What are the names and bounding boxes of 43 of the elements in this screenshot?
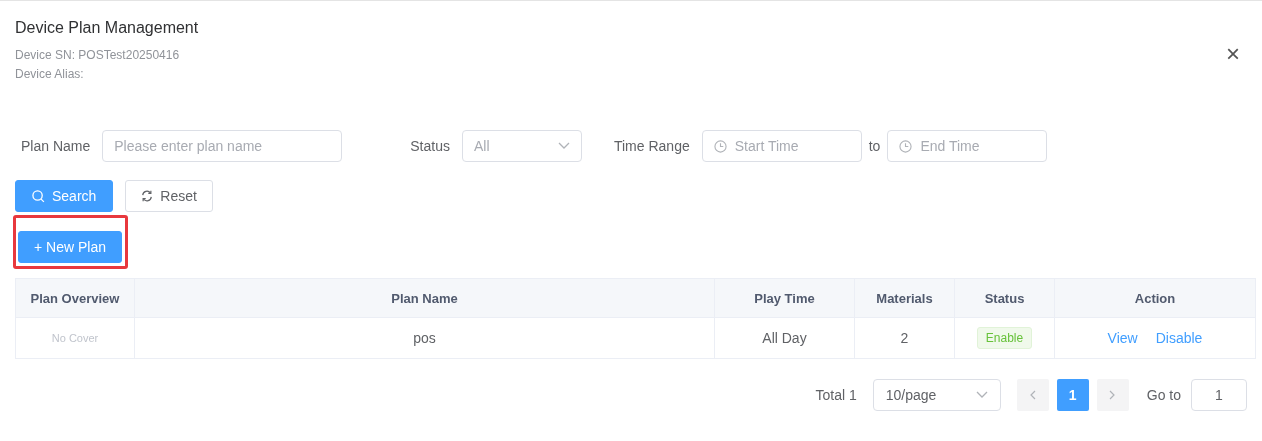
- device-info-text: Device Alias:: [15, 66, 85, 83]
- chevron-right-icon: [1109, 390, 1117, 400]
- table-cell: No Cover: [16, 318, 135, 359]
- chevron-down-icon: [557, 142, 570, 150]
- total-count: Total 1: [815, 387, 857, 403]
- range-separator: to: [868, 138, 881, 154]
- goto-page-field[interactable]: 1: [1191, 379, 1247, 411]
- filter-label: Status: [410, 138, 450, 154]
- page-number-button[interactable]: 1: [1056, 379, 1089, 411]
- column-header: Plan Overview: [16, 279, 135, 318]
- close-button[interactable]: ×: [1226, 39, 1254, 69]
- refresh-icon: [141, 190, 154, 202]
- previous-page-button[interactable]: [1016, 379, 1049, 411]
- chevron-down-icon: [975, 391, 988, 399]
- chevron-left-icon: [1029, 390, 1037, 400]
- page-size-select[interactable]: 10/page: [872, 379, 1001, 411]
- column-header: Plan Name: [135, 279, 715, 318]
- next-page-button[interactable]: [1096, 379, 1129, 411]
- reset-button[interactable]: Reset: [125, 180, 213, 212]
- plan-name-field[interactable]: Please enter plan name: [102, 130, 343, 162]
- search-icon: [32, 189, 45, 203]
- column-header: Materials: [855, 279, 955, 318]
- filter-label: Time Range: [613, 138, 690, 154]
- status-select[interactable]: All: [461, 130, 582, 162]
- filter-label: Plan Name: [21, 138, 91, 154]
- clock-icon: [899, 139, 913, 153]
- column-header: Play Time: [715, 279, 855, 318]
- device-info-text: Device SN: POSTest20250416: [15, 47, 181, 64]
- new-plan-button[interactable]: + New Plan: [18, 231, 122, 263]
- clock-icon: [713, 139, 727, 153]
- dialog-title: Device Plan Management: [15, 19, 199, 37]
- search-button[interactable]: Search: [15, 180, 114, 212]
- end-time-field[interactable]: End Time: [887, 130, 1048, 162]
- action-link[interactable]: View: [1107, 330, 1138, 346]
- table-cell: pos: [135, 318, 715, 359]
- status-tag: Enable: [976, 327, 1033, 349]
- action-link[interactable]: Disable: [1155, 330, 1203, 346]
- column-header: Action: [1055, 279, 1256, 318]
- goto-label: Go to: [1146, 387, 1181, 403]
- start-time-field[interactable]: Start Time: [701, 130, 862, 162]
- column-header: Status: [955, 279, 1055, 318]
- table-cell: 2: [855, 318, 955, 359]
- table-cell: All Day: [715, 318, 855, 359]
